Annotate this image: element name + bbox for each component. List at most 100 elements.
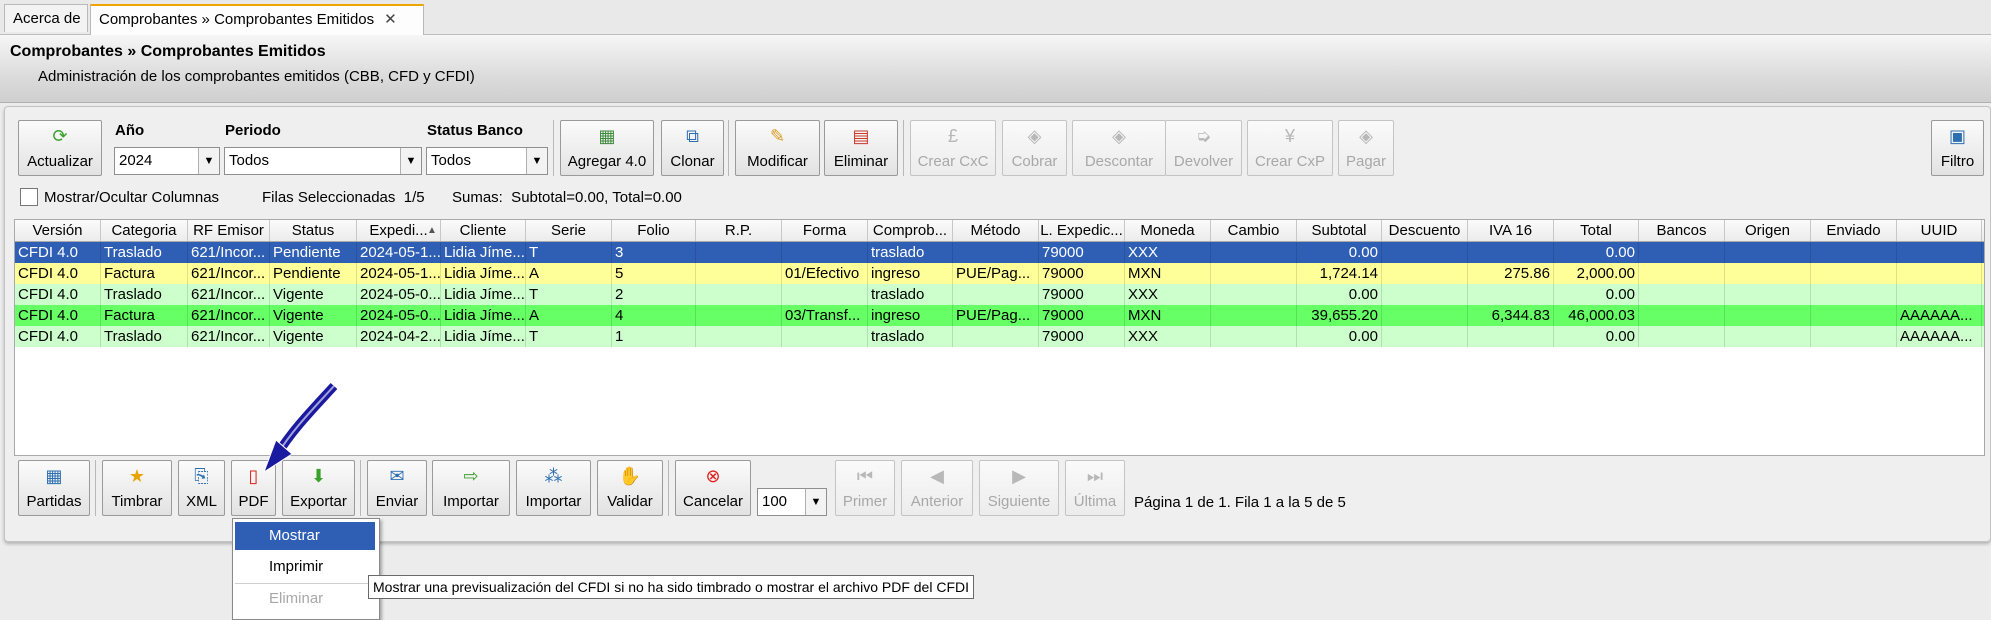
column-header[interactable]: Método (953, 220, 1039, 241)
toggle-columns-label[interactable]: Mostrar/Ocultar Columnas (44, 189, 219, 206)
table-cell (1897, 284, 1982, 305)
table-cell: 0.00 (1554, 284, 1639, 305)
column-header[interactable]: Origen (1725, 220, 1811, 241)
modify-button[interactable]: ✎ Modificar (735, 120, 820, 176)
import-batch-button[interactable]: ⁂ Importar (516, 460, 591, 516)
table-cell: Vigente (270, 326, 357, 347)
money-icon: ◈ (1359, 126, 1373, 146)
table-row[interactable]: CFDI 4.0 Traslado 621/Incor... Pendiente 202… (15, 242, 1984, 263)
column-header[interactable]: Subtotal (1297, 220, 1382, 241)
tooltip: Mostrar una previsualización del CFDI si… (368, 575, 975, 599)
column-header[interactable]: R.P. (696, 220, 782, 241)
table-cell (1468, 326, 1554, 347)
table-cell (953, 284, 1039, 305)
column-header[interactable]: Categoria (101, 220, 188, 241)
period-select[interactable]: Todos ▼ (224, 147, 422, 175)
delete-document-icon: ▤ (852, 126, 870, 146)
toggle-columns-checkbox[interactable] (20, 188, 38, 206)
pdf-menu: Mostrar Imprimir Eliminar (232, 518, 380, 620)
refresh-button[interactable]: ⟳ Actualizar (18, 120, 102, 176)
stamp-button[interactable]: ★ Timbrar (102, 460, 172, 516)
menu-item-print[interactable]: Imprimir (235, 553, 375, 581)
toolbar-divider (903, 120, 904, 176)
table-cell: T (526, 326, 612, 347)
table-cell: XXX (1125, 326, 1211, 347)
toolbar-divider (553, 120, 554, 176)
table-cell: 0.00 (1554, 242, 1639, 263)
year-select[interactable]: 2024 ▼ (114, 147, 220, 175)
table-row[interactable]: CFDI 4.0 Traslado 621/Incor... Vigente 2024-… (15, 284, 1984, 305)
cancel-button[interactable]: ⊗ Cancelar (675, 460, 751, 516)
menu-item-delete[interactable]: Eliminar (235, 585, 375, 613)
tab-acerca-de[interactable]: Acerca de (4, 4, 88, 32)
delete-button[interactable]: ▤ Eliminar (824, 120, 898, 176)
column-header[interactable]: Status (270, 220, 357, 241)
table-cell (696, 326, 782, 347)
table-cell: Factura (101, 263, 188, 284)
table-cell (1639, 242, 1725, 263)
column-header[interactable]: Enviado (1811, 220, 1897, 241)
clone-button[interactable]: ⧉ Clonar (661, 120, 724, 176)
table-cell: 2024-04-2... (357, 326, 441, 347)
table-cell: Traslado (101, 284, 188, 305)
table-cell: 5 (612, 263, 696, 284)
filter-button[interactable]: ▣ Filtro (1931, 120, 1984, 176)
pay-button[interactable]: ◈ Pagar (1338, 120, 1394, 176)
column-header[interactable]: Moneda (1125, 220, 1211, 241)
table-cell: 621/Incor... (188, 242, 270, 263)
table-cell: Lidia Jíme... (441, 284, 526, 305)
table-cell (1211, 263, 1297, 284)
column-header[interactable]: Folio (612, 220, 696, 241)
column-header[interactable]: Bancos (1639, 220, 1725, 241)
first-page-button[interactable]: ⏮ Primer (835, 460, 895, 516)
column-header[interactable]: UUID (1897, 220, 1982, 241)
column-header[interactable]: Comprob... (868, 220, 953, 241)
add-button[interactable]: ▦ Agregar 4.0 (560, 120, 654, 176)
page-size-select[interactable]: 100 ▼ (757, 488, 827, 516)
xml-button[interactable]: ⎘ XML (178, 460, 225, 516)
create-cxc-button[interactable]: £ Crear CxC (910, 120, 996, 176)
column-header[interactable]: IVA 16 (1468, 220, 1554, 241)
toolbar-divider (360, 460, 361, 516)
bank-status-select[interactable]: Todos ▼ (426, 147, 548, 175)
last-page-button[interactable]: ⏭ Última (1065, 460, 1125, 516)
next-page-button[interactable]: ▶ Siguiente (979, 460, 1059, 516)
column-header[interactable]: Descuento (1382, 220, 1468, 241)
menu-item-show[interactable]: Mostrar (235, 522, 375, 550)
table-cell: Vigente (270, 305, 357, 326)
column-header[interactable]: L. Expedic... (1039, 220, 1125, 241)
column-header[interactable]: RF Emisor (188, 220, 270, 241)
table-cell (782, 326, 868, 347)
discount-button[interactable]: ◈ Descontar (1072, 120, 1166, 176)
close-icon[interactable]: ✕ (384, 11, 397, 28)
table-row[interactable]: CFDI 4.0 Traslado 621/Incor... Vigente 2024-… (15, 326, 1984, 347)
import-button[interactable]: ⇨ Importar (432, 460, 510, 516)
tab-comprobantes-emitidos[interactable]: Comprobantes » Comprobantes Emitidos ✕ (90, 4, 424, 35)
return-button[interactable]: ➭ Devolver (1165, 120, 1242, 176)
table-cell (1897, 263, 1982, 284)
items-button[interactable]: ▦ Partidas (18, 460, 90, 516)
create-cxp-button[interactable]: ¥ Crear CxP (1247, 120, 1333, 176)
table-cell (782, 242, 868, 263)
column-header[interactable]: Cliente (441, 220, 526, 241)
tab-label: Acerca de (13, 10, 81, 27)
table-cell (1811, 284, 1897, 305)
table-cell: CFDI 4.0 (15, 305, 101, 326)
validate-button[interactable]: ✋ Validar (597, 460, 663, 516)
table-cell (1382, 242, 1468, 263)
table-cell (1468, 284, 1554, 305)
column-header[interactable]: Versión (15, 220, 101, 241)
column-header[interactable]: Cambio (1211, 220, 1297, 241)
charge-button[interactable]: ◈ Cobrar (1002, 120, 1067, 176)
previous-page-button[interactable]: ◀ Anterior (901, 460, 973, 516)
column-header[interactable]: Forma (782, 220, 868, 241)
column-header[interactable]: Serie (526, 220, 612, 241)
send-button[interactable]: ✉ Enviar (367, 460, 427, 516)
chevron-down-icon: ▼ (526, 148, 547, 174)
column-header[interactable]: Total (1554, 220, 1639, 241)
table-cell: 79000 (1039, 305, 1125, 326)
table-cell: A (526, 305, 612, 326)
table-row[interactable]: CFDI 4.0 Factura 621/Incor... Vigente 2024-0… (15, 305, 1984, 326)
table-cell (696, 305, 782, 326)
table-row[interactable]: CFDI 4.0 Factura 621/Incor... Pendiente 2024… (15, 263, 1984, 284)
